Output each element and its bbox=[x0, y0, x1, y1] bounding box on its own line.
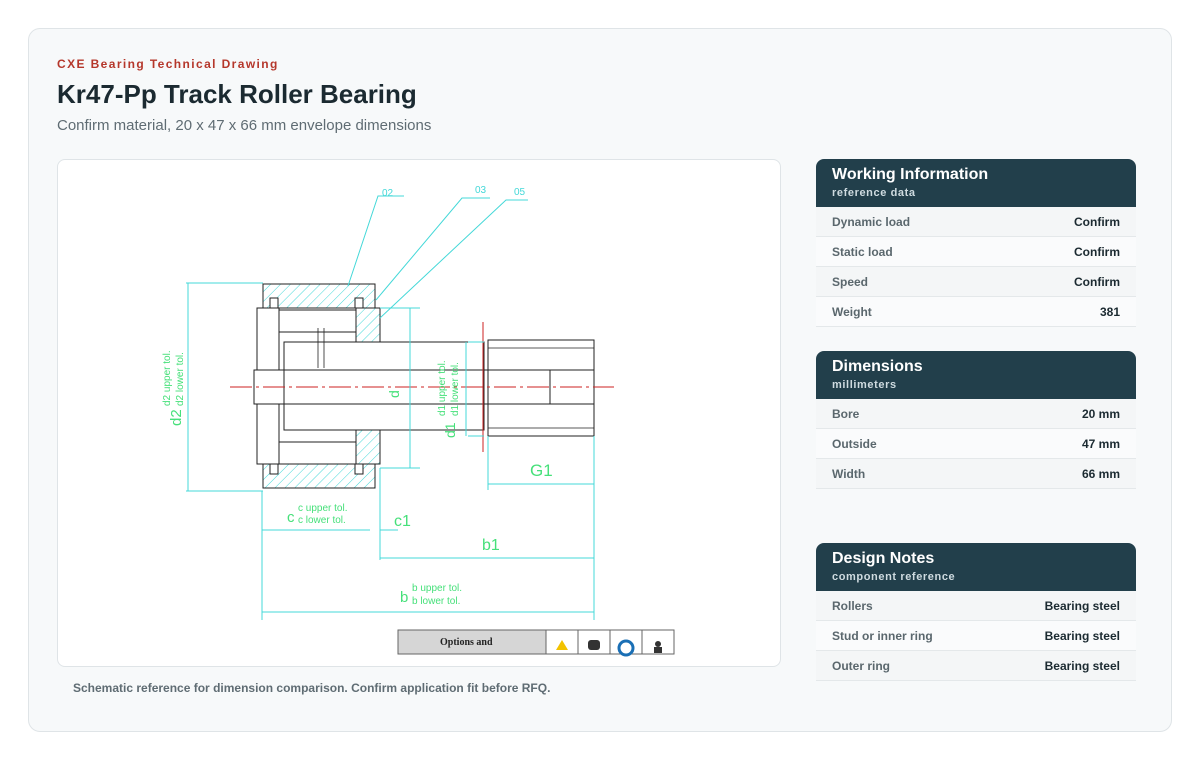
spec-value: Bearing steel bbox=[1044, 628, 1120, 643]
dim-d1: d1 bbox=[442, 422, 458, 438]
spec-row: Dynamic load Confirm bbox=[816, 207, 1136, 237]
technical-drawing: 02 03 05 d2 d2 upper tol. d2 lower tol. … bbox=[57, 159, 781, 667]
dim-c-upper: c upper tol. bbox=[298, 503, 347, 514]
dim-c-lower: c lower tol. bbox=[298, 515, 346, 526]
dim-b-lower: b lower tol. bbox=[412, 596, 460, 607]
options-table: Options and bbox=[397, 629, 675, 657]
spec-value: Confirm bbox=[1074, 274, 1120, 289]
panel-subtitle: reference data bbox=[832, 187, 916, 199]
spec-value: Bearing steel bbox=[1044, 658, 1120, 673]
panel-header: Dimensions millimeters bbox=[816, 351, 1136, 399]
dim-d2: d2 bbox=[168, 409, 185, 426]
spec-label: Bore bbox=[832, 406, 860, 421]
spec-value: Confirm bbox=[1074, 244, 1120, 259]
panel-subtitle: component reference bbox=[832, 571, 956, 583]
spec-label: Outer ring bbox=[832, 658, 891, 673]
drawing-caption: Schematic reference for dimension compar… bbox=[73, 681, 551, 695]
dimension-lines bbox=[186, 282, 595, 620]
spec-value: Bearing steel bbox=[1044, 598, 1120, 613]
spec-label: Outside bbox=[832, 436, 877, 451]
page-card: CXE Bearing Technical Drawing Kr47-Pp Tr… bbox=[28, 28, 1172, 732]
page-title: Kr47-Pp Track Roller Bearing bbox=[57, 79, 417, 109]
callout-05: 05 bbox=[514, 187, 526, 198]
callout-03: 03 bbox=[475, 185, 487, 196]
dim-b-upper: b upper tol. bbox=[412, 583, 462, 594]
spec-label: Speed bbox=[832, 274, 869, 289]
spec-row: Bore 20 mm bbox=[816, 399, 1136, 429]
dim-b1: b1 bbox=[482, 537, 500, 554]
spec-label: Weight bbox=[832, 304, 872, 319]
working-info-panel: Working Information reference data Dynam… bbox=[816, 159, 1136, 327]
spec-row: Width 66 mm bbox=[816, 459, 1136, 489]
spec-row: Speed Confirm bbox=[816, 267, 1136, 297]
spec-row: Outer ring Bearing steel bbox=[816, 651, 1136, 681]
spec-row: Outside 47 mm bbox=[816, 429, 1136, 459]
spec-label: Width bbox=[832, 466, 866, 481]
page-subtitle: Confirm material, 20 x 47 x 66 mm envelo… bbox=[57, 117, 432, 134]
spec-row: Stud or inner ring Bearing steel bbox=[816, 621, 1136, 651]
callout-02: 02 bbox=[382, 188, 394, 199]
dim-d2-lower: d2 lower tol. bbox=[175, 352, 186, 406]
spec-label: Rollers bbox=[832, 598, 873, 613]
dim-d1-upper: d1 upper tol. bbox=[437, 360, 448, 416]
spec-value: 20 mm bbox=[1081, 406, 1120, 421]
spec-value: 66 mm bbox=[1081, 466, 1120, 481]
dim-b: b bbox=[400, 589, 408, 606]
design-notes-panel: Design Notes component reference Rollers… bbox=[816, 543, 1136, 681]
dim-c: c bbox=[287, 509, 295, 526]
spec-row: Static load Confirm bbox=[816, 237, 1136, 267]
dim-g1: G1 bbox=[530, 461, 553, 480]
dim-d2-upper: d2 upper tol. bbox=[162, 350, 173, 406]
spec-label: Stud or inner ring bbox=[832, 628, 933, 643]
panel-header: Design Notes component reference bbox=[816, 543, 1136, 591]
options-label: Options and bbox=[440, 637, 493, 648]
panel-title: Dimensions bbox=[832, 358, 923, 375]
spec-value: 381 bbox=[1099, 304, 1120, 319]
panel-subtitle: millimeters bbox=[832, 379, 897, 391]
spec-value: 47 mm bbox=[1081, 436, 1120, 451]
spec-label: Static load bbox=[832, 244, 893, 259]
spec-value: Confirm bbox=[1074, 214, 1120, 229]
thrust-washer bbox=[355, 307, 381, 465]
drawing-svg: 02 03 05 d2 d2 upper tol. d2 lower tol. … bbox=[162, 185, 675, 657]
eyebrow: CXE Bearing Technical Drawing bbox=[57, 57, 279, 71]
dim-d: d bbox=[386, 390, 402, 398]
person-icon bbox=[655, 641, 661, 647]
spec-row: Weight 381 bbox=[816, 297, 1136, 327]
panel-header: Working Information reference data bbox=[816, 159, 1136, 207]
panel-title: Design Notes bbox=[832, 550, 935, 567]
dim-c1: c1 bbox=[394, 513, 411, 530]
stud-head bbox=[253, 307, 285, 465]
panel-title: Working Information bbox=[832, 166, 989, 183]
dimensions-panel: Dimensions millimeters Bore 20 mm Outside… bbox=[816, 351, 1136, 489]
spec-label: Dynamic load bbox=[832, 214, 911, 229]
seal-icon bbox=[588, 640, 600, 650]
spec-row: Rollers Bearing steel bbox=[816, 591, 1136, 621]
dim-d1-lower: d1 lower tol. bbox=[450, 362, 461, 416]
